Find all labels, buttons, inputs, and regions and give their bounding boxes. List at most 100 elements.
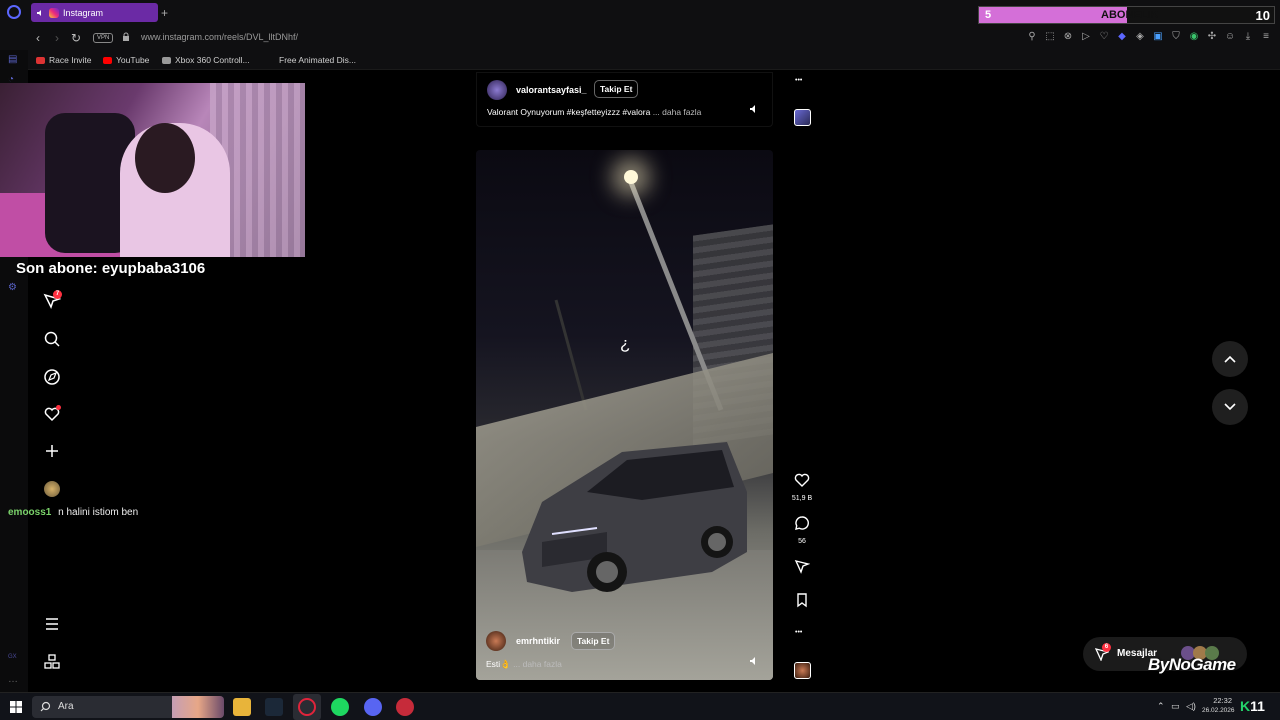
follow-button[interactable]: Takip Et [571,632,616,650]
tray-chevron-icon[interactable]: ⌃ [1157,701,1165,712]
tab-instagram[interactable]: Instagram [31,3,158,22]
sidebar-more-icon[interactable]: … [8,674,20,685]
follow-button[interactable]: Takip Et [594,80,639,98]
back-icon[interactable]: ‹ [36,31,40,45]
forward-icon[interactable]: › [55,31,59,45]
adblock-icon[interactable]: ⊗ [1062,31,1074,43]
puzzle-icon[interactable]: ✣ [1206,31,1218,43]
notification-dot [56,405,61,410]
bookmark-label: Xbox 360 Controll... [175,55,250,65]
sidebar-gx-icon[interactable]: GX [8,654,20,664]
k11-logo-number: 11 [1250,698,1265,714]
network-icon[interactable]: ▭ [1171,701,1180,712]
taskbar-search[interactable]: Ara [32,696,224,718]
tab-title: Instagram [63,7,104,18]
settings-icon[interactable]: ⚙ [8,282,20,293]
profile-avatar[interactable] [44,481,60,497]
toolbar-icons: ⚲ ⬚ ⊗ ▷ ♡ ◆ ◈ ▣ ⛉ ◉ ✣ ☺ ⤓ ≡ [1026,31,1272,43]
spotify-icon[interactable] [331,698,349,716]
caption-more-link[interactable]: ... daha fazla [653,107,702,117]
pin-icon[interactable]: ⚲ [1026,31,1038,43]
create-icon[interactable] [43,442,61,460]
lock-icon [123,32,129,41]
mute-icon[interactable] [749,104,759,114]
sidebar-extensions-icon[interactable]: ▤ [8,54,20,65]
search-icon[interactable] [43,330,61,348]
explore-icon[interactable] [43,368,61,386]
chat-username: emooss1 [8,507,52,518]
bookmark-label: YouTube [116,55,150,65]
bookmark-favicon-icon [36,56,45,64]
next-reel-button[interactable] [1212,389,1248,425]
save-button[interactable] [790,592,814,613]
more-options-icon[interactable]: ••• [795,77,802,84]
reload-icon[interactable]: ↻ [71,31,81,45]
heart-icon [794,473,810,487]
bookmark-item[interactable]: Race Invite [36,55,92,65]
reels-icon[interactable]: 7 [43,290,62,310]
volume-icon[interactable]: ◁) [1186,701,1196,712]
mouse-cursor: ¿ [620,334,631,353]
download-icon[interactable]: ⤓ [1242,31,1254,43]
caption-more-link[interactable]: ... daha fazla [513,659,562,669]
caption-text: Valorant Oynuyorum #keşfetteyizzz #valor… [487,107,651,117]
more-menu-icon[interactable] [43,615,61,633]
subscription-goal: 10 [1255,8,1270,23]
share-button[interactable] [790,558,814,579]
subscription-title: ABONELIK [1101,9,1159,21]
discord-icon[interactable] [364,698,382,716]
extension-icon[interactable]: ◉ [1188,31,1200,43]
youtube-icon [103,56,112,64]
reel-caption[interactable]: Esti👌 ... daha fazla [486,659,562,670]
like-button[interactable]: 51,9 B [790,472,814,502]
snapshot-icon[interactable]: ⬚ [1044,31,1056,43]
chat-text: n halini istiom ben [58,507,139,518]
also-from-meta-icon[interactable] [43,653,61,671]
reel-username[interactable]: emrhntikir [516,636,560,646]
vpn-badge[interactable]: VPN [93,33,114,43]
shield-icon[interactable]: ⛉ [1170,31,1182,43]
easy-setup-icon[interactable]: ≡ [1260,31,1272,43]
reel-caption[interactable]: Valorant Oynuyorum #keşfetteyizzz #valor… [487,107,701,117]
heart-icon[interactable]: ♡ [1098,31,1110,43]
taskbar-clock[interactable]: 22:32 26.02.2026 [1202,696,1235,714]
mute-icon[interactable] [749,656,759,666]
previous-reel-button[interactable] [1212,341,1248,377]
comment-icon [795,516,809,530]
reel-author-avatar[interactable] [486,631,506,651]
extension-icon[interactable]: ◆ [1116,31,1128,43]
share-icon [794,559,811,574]
speaker-icon[interactable] [37,9,45,17]
k11-logo: K11 [1240,698,1265,714]
opera-gx-icon[interactable] [298,698,316,716]
k11-logo-k: K [1240,698,1251,714]
bookmark-item[interactable]: YouTube [103,55,149,65]
opera-logo-icon[interactable] [7,5,21,19]
audio-thumbnail[interactable] [794,109,811,126]
app-icon[interactable] [396,698,414,716]
audio-thumbnail[interactable] [794,662,811,679]
extension-icon[interactable]: ▣ [1152,31,1164,43]
notifications-icon[interactable] [43,405,61,423]
steam-icon[interactable] [265,698,283,716]
address-bar: ‹ › ↻ VPN www.instagram.com/reels/DVL_ll… [0,26,1280,50]
reel-video[interactable]: emrhntikir Takip Et Esti👌 ... daha fazla [476,150,773,680]
bookmark-favicon-icon [162,56,171,64]
bynogame-watermark: ByNoGame [1148,655,1236,674]
url-field[interactable]: www.instagram.com/reels/DVL_lltDNhf/ [141,32,298,42]
comment-button[interactable]: 56 [790,515,814,545]
reel-username[interactable]: valorantsayfasi_ [516,85,587,95]
bookmark-item[interactable]: Xbox 360 Controll... [162,55,250,65]
windows-start-icon[interactable] [10,701,22,713]
more-options-icon[interactable]: ••• [795,629,802,636]
new-tab-button[interactable]: + [161,6,168,20]
bookmark-item[interactable]: Free Animated Dis... [266,55,356,65]
profile-icon[interactable]: ☺ [1224,31,1236,43]
reel-scene-streetlight [624,170,638,184]
file-explorer-icon[interactable] [233,698,251,716]
messages-badge: 6 [1102,643,1111,652]
player-icon[interactable]: ▷ [1080,31,1092,43]
bookmark-label: Free Animated Dis... [279,55,357,65]
extension-icon[interactable]: ◈ [1134,31,1146,43]
reel-author-avatar[interactable] [487,80,507,100]
